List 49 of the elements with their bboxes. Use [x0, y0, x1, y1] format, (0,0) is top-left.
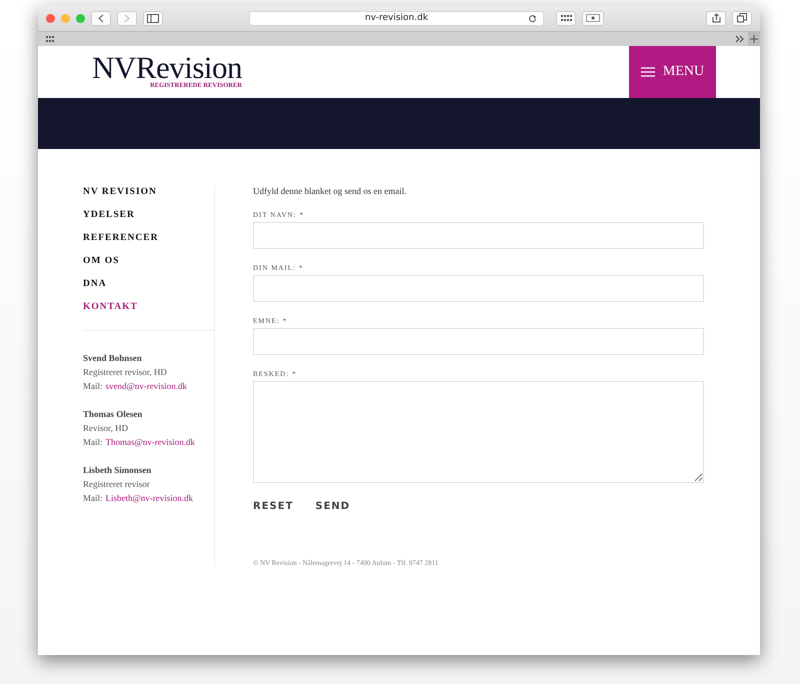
nav-item[interactable]: REFERENCER [83, 231, 158, 245]
logo: NVRevision [92, 53, 242, 83]
input-field[interactable] [253, 222, 704, 249]
email-link[interactable]: svend@nv-revision.dk [106, 379, 188, 393]
chevrons-icon[interactable] [735, 35, 745, 43]
share-button[interactable] [706, 10, 726, 26]
menu-icon [640, 67, 655, 77]
nav-item[interactable]: OM OS [83, 254, 120, 268]
contact-role: Registreret revisor, HD [83, 366, 168, 379]
bookmarks-icon [46, 36, 55, 42]
mail-label: Mail: [83, 380, 102, 393]
sidebar-button[interactable] [143, 10, 163, 26]
tabs-icon [737, 13, 747, 23]
reader-button[interactable] [582, 10, 604, 26]
email-link[interactable]: Thomas@nv-revision.dk [106, 435, 196, 449]
sidebar-icon [147, 14, 159, 22]
grid-button[interactable] [556, 10, 576, 26]
address-field[interactable]: nv-revision.dk [249, 10, 544, 26]
contact-name: Thomas Olesen [83, 408, 144, 421]
input-field[interactable] [253, 328, 704, 355]
email-link[interactable]: Lisbeth@nv-revision.dk [106, 491, 194, 505]
contact-role: Revisor, HD [83, 422, 130, 435]
nav-item[interactable]: KONTAKT [83, 300, 138, 314]
form-intro: Udfyld denne blanket og send os en email. [253, 186, 408, 196]
menu-button[interactable]: MENU [629, 46, 716, 98]
back-icon [97, 14, 105, 22]
message-field[interactable] [253, 381, 704, 483]
nav-item[interactable]: YDELSER [83, 208, 135, 222]
add-tab-icon[interactable] [748, 32, 760, 46]
nav-item[interactable]: NV REVISION [83, 185, 157, 199]
close-icon[interactable] [46, 14, 55, 22]
forward-button[interactable] [117, 10, 137, 26]
back-button[interactable] [91, 10, 111, 26]
reload-icon [528, 14, 537, 22]
maximize-icon[interactable] [76, 14, 85, 22]
contact-name: Svend Bohnsen [83, 352, 143, 365]
grid-icon [560, 14, 572, 22]
reset-button[interactable]: RESET [253, 501, 294, 512]
nav-item[interactable]: DNA [83, 277, 107, 291]
mail-label: Mail: [83, 436, 102, 449]
contact-name: Lisbeth Simonsen [83, 464, 152, 477]
send-button[interactable]: SEND [315, 501, 350, 512]
reader-icon [586, 14, 600, 22]
share-icon [712, 13, 720, 23]
contact-role: Registreret revisor [83, 478, 151, 491]
tabs-button[interactable] [732, 10, 752, 26]
input-field[interactable] [253, 275, 704, 302]
mail-label: Mail: [83, 492, 102, 505]
forward-icon [123, 14, 131, 22]
